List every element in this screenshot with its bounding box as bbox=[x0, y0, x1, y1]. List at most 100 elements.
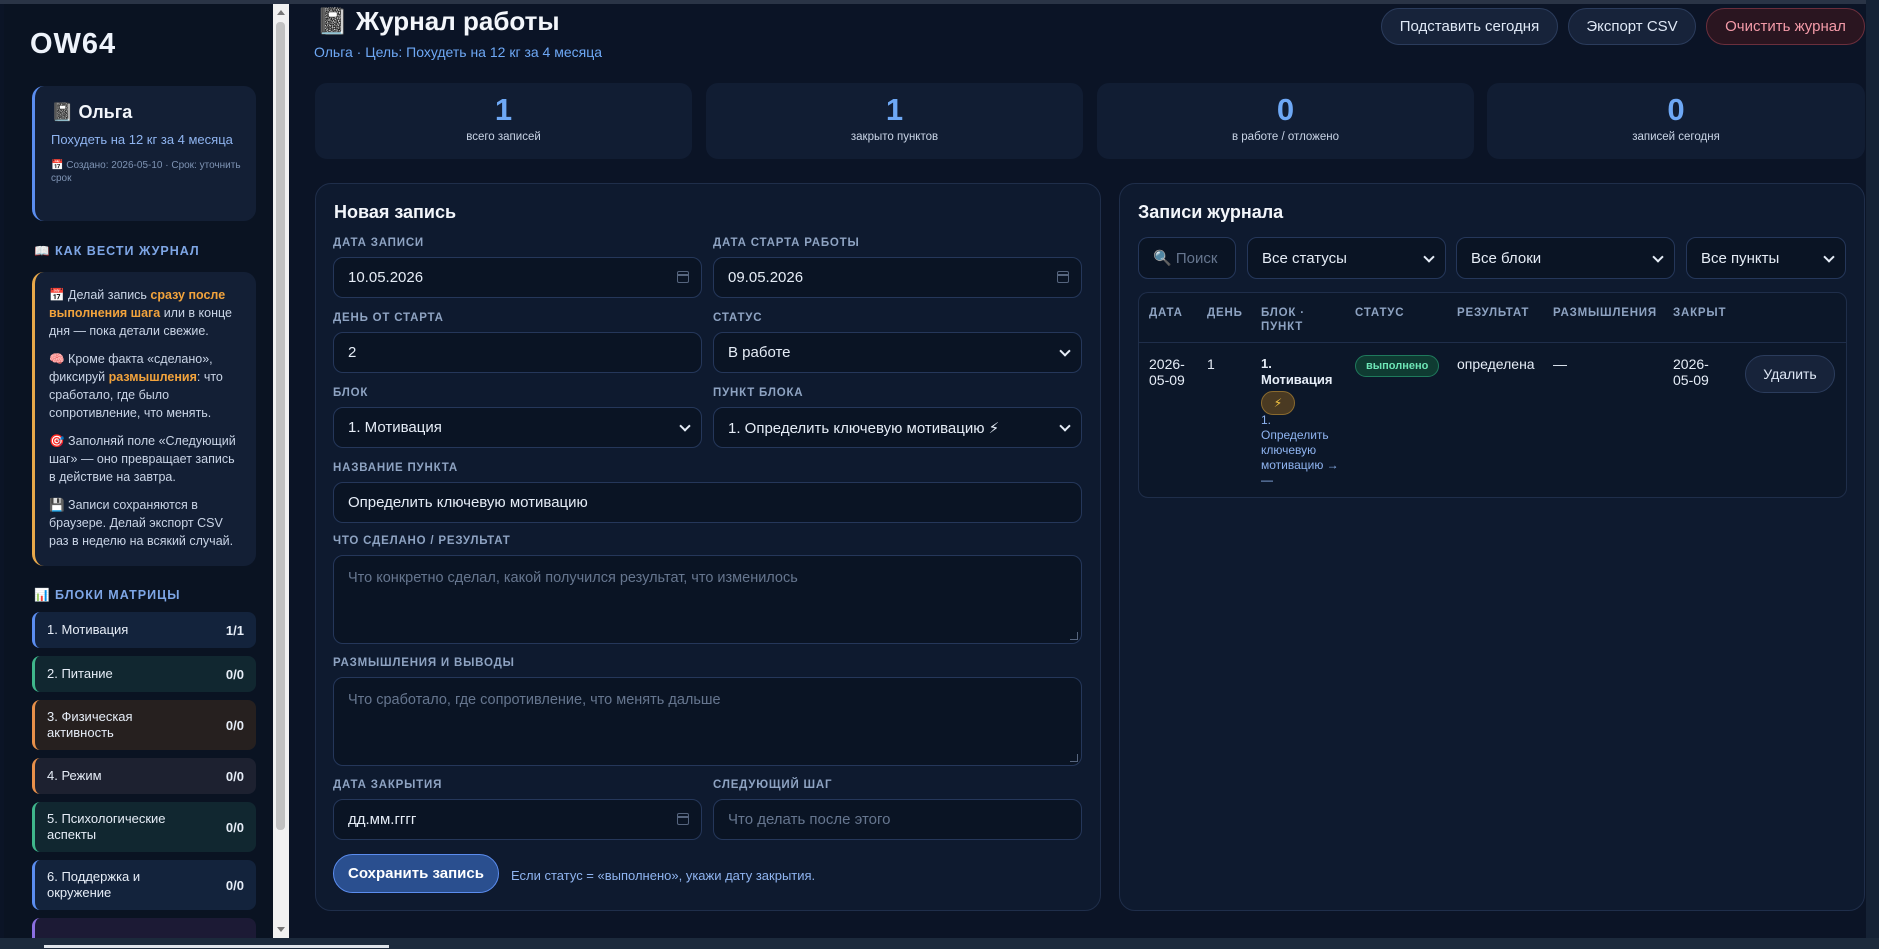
page-title: 📓 Журнал работы bbox=[316, 6, 560, 36]
status-filter-select[interactable]: Все статусы bbox=[1247, 237, 1446, 279]
new-entry-panel: Новая запись ДАТА ЗАПИСИ 10.05.2026 ДАТА… bbox=[315, 183, 1101, 911]
row-day: 1 bbox=[1207, 356, 1215, 372]
column-header: БЛОК · ПУНКТ bbox=[1261, 307, 1305, 333]
block-count: 0/0 bbox=[225, 768, 244, 784]
block-count: 1/1 bbox=[225, 622, 244, 638]
next-step-label: СЛЕДУЮЩИЙ ШАГ bbox=[713, 779, 833, 791]
row-point: 1. Определить ключевую мотивацию → — bbox=[1261, 413, 1339, 487]
profile-goal: Похудеть на 12 кг за 4 месяца bbox=[51, 132, 233, 147]
stat-closed-points: 1 закрыто пунктов bbox=[706, 83, 1083, 159]
save-entry-button[interactable]: Сохранить запись bbox=[333, 854, 499, 893]
sidebar-block-psychology[interactable]: 5. Психологические аспекты 0/0 bbox=[32, 802, 256, 852]
tip-item: 💾 Записи сохраняются в браузере. Делай э… bbox=[49, 498, 234, 548]
column-header: РАЗМЫШЛЕНИЯ bbox=[1553, 307, 1657, 319]
sidebar-block-activity[interactable]: 3. Физическая активность 0/0 bbox=[32, 700, 256, 750]
reflect-label: РАЗМЫШЛЕНИЯ И ВЫВОДЫ bbox=[333, 657, 515, 669]
resize-handle[interactable] bbox=[1070, 754, 1078, 762]
chevron-down-icon bbox=[679, 420, 691, 432]
lightning-icon: ⚡ bbox=[1261, 391, 1295, 415]
column-header: РЕЗУЛЬТАТ bbox=[1457, 307, 1530, 319]
block-count: 0/0 bbox=[225, 717, 244, 733]
column-header: СТАТУС bbox=[1355, 307, 1405, 319]
fill-today-button[interactable]: Подставить сегодня bbox=[1381, 8, 1558, 45]
column-header: ЗАКРЫТ bbox=[1673, 307, 1727, 319]
scrollbar-thumb[interactable] bbox=[276, 22, 285, 830]
result-textarea[interactable]: Что конкретно сделал, какой получился ре… bbox=[333, 555, 1082, 644]
tip-item: 🎯 Заполняй поле «Следующий шаг» — оно пр… bbox=[49, 434, 236, 484]
search-input[interactable]: 🔍 Поиск bbox=[1138, 237, 1236, 279]
sidebar-scrollbar[interactable] bbox=[273, 4, 289, 938]
row-reflections: — bbox=[1553, 356, 1567, 372]
start-date-input[interactable]: 09.05.2026 bbox=[713, 257, 1082, 298]
stat-in-progress: 0 в работе / отложено bbox=[1097, 83, 1474, 159]
window-edge-right bbox=[1866, 0, 1879, 949]
close-date-input[interactable]: дд.мм.гггг bbox=[333, 799, 702, 840]
point-filter-select[interactable]: Все пункты bbox=[1686, 237, 1846, 279]
profile-name-text: Ольга bbox=[78, 102, 133, 122]
save-hint: Если статус = «выполнено», укажи дату за… bbox=[511, 868, 816, 883]
entry-date-input[interactable]: 10.05.2026 bbox=[333, 257, 702, 298]
block-select[interactable]: 1. Мотивация bbox=[333, 407, 702, 448]
scroll-up-icon[interactable] bbox=[277, 10, 285, 15]
column-header: ДЕНЬ bbox=[1207, 307, 1243, 319]
row-closed: 2026-05-09 bbox=[1673, 356, 1709, 388]
block-count: 0/0 bbox=[225, 819, 244, 835]
calendar-icon[interactable] bbox=[677, 813, 689, 825]
blocks-title: 📊 БЛОКИ МАТРИЦЫ bbox=[34, 588, 181, 602]
calendar-icon[interactable] bbox=[1057, 271, 1069, 283]
brand-logo: OW64 bbox=[30, 28, 117, 60]
start-date-label: ДАТА СТАРТА РАБОТЫ bbox=[713, 237, 860, 249]
sidebar-block-support[interactable]: 6. Поддержка и окружение 0/0 bbox=[32, 860, 256, 910]
reflect-textarea[interactable]: Что сработало, где сопротивление, что ме… bbox=[333, 677, 1082, 766]
sidebar-block-motivation[interactable]: 1. Мотивация 1/1 bbox=[32, 612, 256, 648]
day-label: ДЕНЬ ОТ СТАРТА bbox=[333, 312, 444, 324]
block-label: БЛОК bbox=[333, 387, 369, 399]
sidebar-block-next[interactable] bbox=[32, 918, 256, 938]
calendar-icon[interactable] bbox=[677, 271, 689, 283]
sidebar-block-nutrition[interactable]: 2. Питание 0/0 bbox=[32, 656, 256, 692]
day-input[interactable]: 2 bbox=[333, 332, 702, 373]
profile-name: 📓 Ольга bbox=[51, 102, 242, 123]
chevron-down-icon bbox=[1652, 251, 1664, 263]
chevron-down-icon bbox=[1423, 251, 1435, 263]
block-count: 0/0 bbox=[225, 666, 244, 682]
taskbar-strip bbox=[0, 938, 1879, 949]
tip-item: 🧠 Кроме факта «сделано», фиксируй размыш… bbox=[49, 352, 223, 420]
export-csv-button[interactable]: Экспорт CSV bbox=[1568, 8, 1696, 45]
point-label: ПУНКТ БЛОКА bbox=[713, 387, 804, 399]
chevron-down-icon bbox=[1059, 345, 1071, 357]
page-subtitle: Ольга · Цель: Похудеть на 12 кг за 4 мес… bbox=[314, 44, 603, 60]
sidebar-block-regime[interactable]: 4. Режим 0/0 bbox=[32, 758, 256, 794]
column-header: ДАТА bbox=[1149, 307, 1183, 319]
notebook-icon: 📓 bbox=[51, 102, 74, 122]
date-label: ДАТА ЗАПИСИ bbox=[333, 237, 424, 249]
chevron-down-icon bbox=[1059, 420, 1071, 432]
profile-card: 📓 Ольга Похудеть на 12 кг за 4 месяца 📅 … bbox=[32, 86, 256, 221]
status-label: СТАТУС bbox=[713, 312, 763, 324]
point-name-input[interactable]: Определить ключевую мотивацию bbox=[333, 482, 1082, 523]
tip-item: 📅 Делай запись сразу после выполнения ша… bbox=[49, 288, 232, 338]
resize-handle[interactable] bbox=[1070, 632, 1078, 640]
status-select[interactable]: В работе bbox=[713, 332, 1082, 373]
stat-today-entries: 0 записей сегодня bbox=[1487, 83, 1865, 159]
stat-total-entries: 1 всего записей bbox=[315, 83, 692, 159]
form-title: Новая запись bbox=[334, 202, 457, 222]
clear-journal-button[interactable]: Очистить журнал bbox=[1706, 8, 1865, 45]
next-step-input[interactable]: Что делать после этого bbox=[713, 799, 1082, 840]
row-block: 1. Мотивация ⚡ bbox=[1261, 356, 1341, 415]
delete-button[interactable]: Удалить bbox=[1745, 355, 1835, 393]
block-filter-select[interactable]: Все блоки bbox=[1456, 237, 1675, 279]
point-select[interactable]: 1. Определить ключевую мотивацию ⚡ bbox=[713, 407, 1082, 448]
row-date: 2026-05-09 bbox=[1149, 356, 1185, 388]
table-header: ДАТА ДЕНЬ БЛОК · ПУНКТ СТАТУС РЕЗУЛЬТАТ … bbox=[1139, 293, 1846, 343]
howto-title: 📖 КАК ВЕСТИ ЖУРНАЛ bbox=[34, 244, 200, 258]
status-badge: выполнено bbox=[1355, 355, 1440, 377]
tips-card: 📅 Делай запись сразу после выполнения ша… bbox=[32, 272, 256, 566]
scroll-down-icon[interactable] bbox=[277, 927, 285, 932]
journal-panel: Записи журнала 🔍 Поиск Все статусы Все б… bbox=[1119, 183, 1865, 911]
journal-title: Записи журнала bbox=[1138, 202, 1284, 222]
block-count: 0/0 bbox=[225, 877, 244, 893]
row-result: определена bbox=[1457, 356, 1535, 372]
name-label: НАЗВАНИЕ ПУНКТА bbox=[333, 462, 458, 474]
sidebar: OW64 📓 Ольга Похудеть на 12 кг за 4 меся… bbox=[4, 4, 273, 938]
